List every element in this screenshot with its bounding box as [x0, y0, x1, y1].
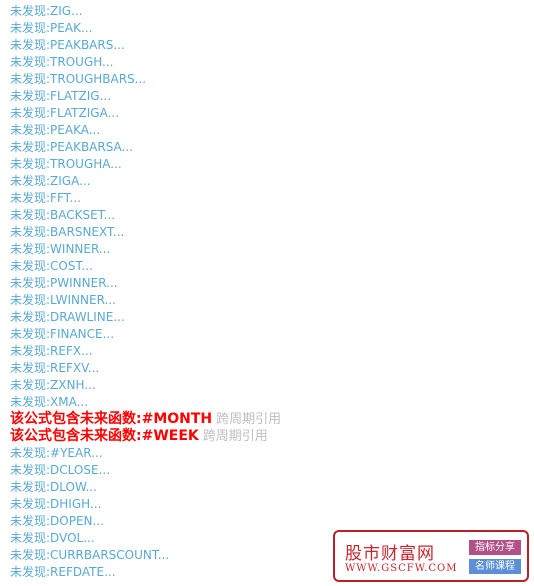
line-text: 未发现:PEAKBARSA...	[10, 140, 134, 154]
not-found-line: 未发现:ZIG...	[10, 3, 534, 20]
line-text: 未发现:LWINNER...	[10, 293, 116, 307]
line-text: 未发现:ZIG...	[10, 4, 83, 18]
formula-check-output: 未发现:ZIG... 未发现:PEAK... 未发现:PEAKBARS... 未发现:…	[10, 3, 534, 581]
watermark-tag-indicator-share: 指标分享	[469, 540, 521, 555]
line-note: 跨周期引用	[202, 429, 268, 444]
not-found-line: 未发现:LWINNER...	[10, 292, 534, 309]
line-text: 未发现:REFDATE...	[10, 565, 116, 579]
line-text: 未发现:FLATZIGA...	[10, 106, 120, 120]
not-found-line: 未发现:FLATZIG...	[10, 88, 534, 105]
not-found-line: 未发现:PEAK...	[10, 20, 534, 37]
not-found-line: 未发现:#YEAR...	[10, 445, 534, 462]
not-found-line: 未发现:DOPEN...	[10, 513, 534, 530]
not-found-line: 未发现:PWINNER...	[10, 275, 534, 292]
line-text: 未发现:CURRBARSCOUNT...	[10, 548, 170, 562]
line-text: 未发现:PEAK...	[10, 21, 93, 35]
not-found-line: 未发现:FINANCE...	[10, 326, 534, 343]
line-text: 未发现:REFX...	[10, 344, 93, 358]
not-found-line: 未发现:DCLOSE...	[10, 462, 534, 479]
line-text: 未发现:BACKSET...	[10, 208, 116, 222]
not-found-line: 未发现:TROUGHBARS...	[10, 71, 534, 88]
line-text: 未发现:TROUGHBARS...	[10, 72, 147, 86]
line-text: 未发现:TROUGH...	[10, 55, 114, 69]
not-found-line: 未发现:ZXNH...	[10, 377, 534, 394]
line-text: 未发现:PEAKBARS...	[10, 38, 125, 52]
site-watermark-logo: 股市财富网 WWW.GSCFW.COM 指标分享 名师课程	[333, 530, 529, 582]
not-found-line: 未发现:WINNER...	[10, 241, 534, 258]
not-found-line: 未发现:REFXV...	[10, 360, 534, 377]
not-found-line: 未发现:FFT...	[10, 190, 534, 207]
line-text: 该公式包含未来函数:#MONTH	[10, 411, 213, 427]
line-text: 未发现:FLATZIG...	[10, 89, 112, 103]
line-text: 未发现:TROUGHA...	[10, 157, 122, 171]
line-text: 未发现:ZIGA...	[10, 174, 91, 188]
not-found-line: 未发现:ZIGA...	[10, 173, 534, 190]
line-text: 未发现:WINNER...	[10, 242, 111, 256]
line-text: 未发现:XMA...	[10, 395, 89, 409]
line-text: 未发现:REFXV...	[10, 361, 100, 375]
not-found-line: 未发现:DRAWLINE...	[10, 309, 534, 326]
not-found-line: 未发现:COST...	[10, 258, 534, 275]
not-found-line: 未发现:BACKSET...	[10, 207, 534, 224]
future-function-warning-line: 该公式包含未来函数:#MONTH 跨周期引用	[10, 411, 534, 428]
line-text: 未发现:FFT...	[10, 191, 81, 205]
line-text: 该公式包含未来函数:#WEEK	[10, 428, 199, 444]
line-text: 未发现:DLOW...	[10, 480, 97, 494]
not-found-line: 未发现:REFX...	[10, 343, 534, 360]
line-text: 未发现:DHIGH...	[10, 497, 102, 511]
watermark-site-url: WWW.GSCFW.COM	[345, 563, 458, 574]
line-note: 跨周期引用	[216, 412, 282, 427]
not-found-line: 未发现:PEAKBARS...	[10, 37, 534, 54]
line-text: 未发现:COST...	[10, 259, 93, 273]
line-text: 未发现:PWINNER...	[10, 276, 118, 290]
line-text: 未发现:#YEAR...	[10, 446, 103, 460]
line-text: 未发现:FINANCE...	[10, 327, 115, 341]
not-found-line: 未发现:XMA...	[10, 394, 534, 411]
line-text: 未发现:ZXNH...	[10, 378, 96, 392]
line-text: 未发现:DCLOSE...	[10, 463, 111, 477]
not-found-line: 未发现:DLOW...	[10, 479, 534, 496]
watermark-tag-teacher-course: 名师课程	[469, 559, 521, 574]
line-text: 未发现:BARSNEXT...	[10, 225, 125, 239]
not-found-line: 未发现:PEAKBARSA...	[10, 139, 534, 156]
not-found-line: 未发现:TROUGH...	[10, 54, 534, 71]
not-found-line: 未发现:FLATZIGA...	[10, 105, 534, 122]
line-text: 未发现:PEAKA...	[10, 123, 101, 137]
future-function-warning-line: 该公式包含未来函数:#WEEK 跨周期引用	[10, 428, 534, 445]
line-text: 未发现:DOPEN...	[10, 514, 104, 528]
watermark-site-name: 股市财富网	[345, 544, 435, 564]
not-found-line: 未发现:DHIGH...	[10, 496, 534, 513]
not-found-line: 未发现:PEAKA...	[10, 122, 534, 139]
not-found-line: 未发现:BARSNEXT...	[10, 224, 534, 241]
not-found-line: 未发现:TROUGHA...	[10, 156, 534, 173]
line-text: 未发现:DVOL...	[10, 531, 95, 545]
line-text: 未发现:DRAWLINE...	[10, 310, 125, 324]
